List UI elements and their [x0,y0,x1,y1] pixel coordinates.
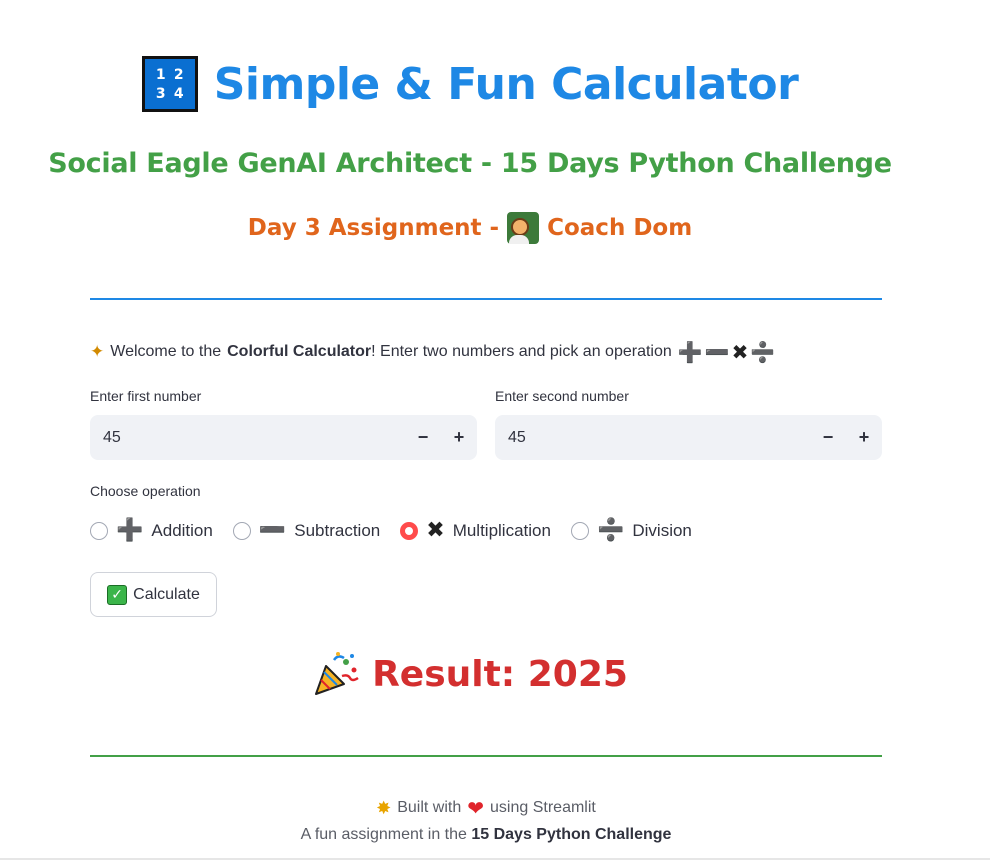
calculate-button-label: Calculate [133,585,200,603]
keypad-digit: 1 [155,66,166,83]
first-number-label: Enter first number [90,388,202,404]
coach-name: Coach Dom [547,215,693,241]
second-increment-button[interactable]: + [846,415,882,460]
radio-label: Addition [151,521,213,540]
heart-icon: ❤ [467,796,485,820]
calculator-page: 1 2 3 4 Simple & Fun Calculator Social E… [0,0,990,860]
result-display: Result: 2025 [0,650,940,698]
second-decrement-button[interactable]: − [810,415,846,460]
result-text: Result: 2025 [372,653,628,695]
second-number-value[interactable]: 45 [508,429,810,447]
check-mark-icon: ✓ [107,584,128,605]
footer-challenge: A fun assignment in the 15 Days Python C… [0,826,972,844]
app-title: 1 2 3 4 Simple & Fun Calculator [0,56,940,112]
first-number-input[interactable]: 45 − + [90,415,477,460]
radio-label: Multiplication [452,521,551,540]
operation-label: Choose operation [90,483,201,499]
welcome-post: ! Enter two numbers and pick an operatio… [371,343,672,360]
footer-built-with: ✸ Built with ❤ using Streamlit [0,796,972,820]
radio-label: Division [632,521,692,540]
footer-line2-pre: A fun assignment in the [300,826,467,843]
welcome-pre: Welcome to the [110,343,222,360]
welcome-text: ✦ Welcome to the Colorful Calculator ! E… [90,340,777,364]
second-number-input[interactable]: 45 − + [495,415,882,460]
divider-blue [90,298,882,300]
keypad-digit: 3 [155,85,166,102]
minus-icon: ➖ [258,518,287,543]
first-increment-button[interactable]: + [441,415,477,460]
page-subtitle: Social Eagle GenAI Architect - 15 Days P… [48,148,892,179]
keypad-digit: 2 [173,66,184,83]
page-title: Simple & Fun Calculator [213,58,799,110]
first-decrement-button[interactable]: − [405,415,441,460]
assignment-heading: Day 3 Assignment - Coach Dom [0,212,940,244]
sparkle-icon: ✦ [90,342,105,362]
operations-icons: ➕➖✖➗ [677,340,778,364]
operation-radio-group: ➕ Addition ➖ Subtraction ✖ Multiplicatio… [90,520,692,542]
divider-green [90,755,882,757]
radio-subtraction[interactable]: ➖ Subtraction [232,518,381,543]
multiply-icon: ✖ [426,518,445,543]
welcome-bold: Colorful Calculator [227,343,372,360]
radio-addition[interactable]: ➕ Addition [90,520,213,542]
assignment-prefix: Day 3 Assignment - [247,215,500,241]
footer-built-pre: Built with [397,799,462,816]
radio-label: Subtraction [294,521,381,540]
footer-line2-bold: 15 Days Python Challenge [471,826,672,843]
radio-button[interactable] [570,522,589,540]
party-popper-icon [315,652,359,695]
keypad-digit: 4 [173,85,184,102]
plus-icon: ➕ [116,518,144,543]
teacher-icon [507,212,540,244]
sparkle-star-icon: ✸ [376,797,392,819]
footer-built-post: using Streamlit [490,799,596,816]
radio-button[interactable] [232,522,251,540]
radio-multiplication[interactable]: ✖ Multiplication [400,520,551,542]
calculate-button[interactable]: ✓ Calculate [90,572,217,617]
radio-button[interactable] [90,522,108,540]
radio-division[interactable]: ➗ Division [570,518,692,543]
first-number-value[interactable]: 45 [103,429,405,447]
divide-icon: ➗ [596,518,625,543]
number-keypad-icon: 1 2 3 4 [141,56,198,112]
second-number-label: Enter second number [495,388,629,404]
radio-button-selected[interactable] [400,522,419,540]
